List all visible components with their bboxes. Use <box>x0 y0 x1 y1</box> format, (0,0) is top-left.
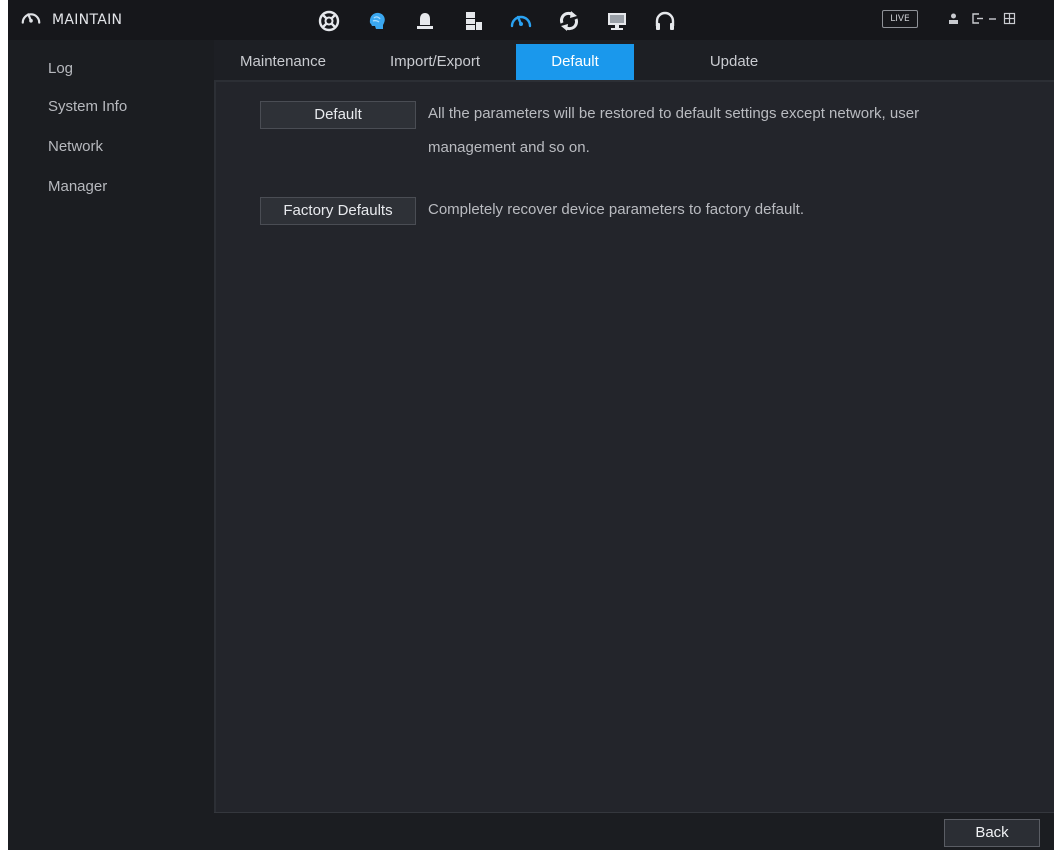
audio-icon[interactable] <box>652 8 678 34</box>
sidebar: Log System Info Network Manager <box>8 40 214 850</box>
backup-icon[interactable] <box>556 8 582 34</box>
maintain-gauge-icon[interactable] <box>508 8 534 34</box>
factory-defaults-button[interactable]: Factory Defaults <box>260 197 416 225</box>
tab-import-export[interactable]: Import/Export <box>372 44 498 80</box>
tab-maintenance[interactable]: Maintenance <box>228 44 338 80</box>
tab-default[interactable]: Default <box>516 44 634 80</box>
bottom-bar: Back <box>214 812 1054 850</box>
alarm-bell-icon[interactable] <box>412 8 438 34</box>
default-description-line1: All the parameters will be restored to d… <box>428 105 920 122</box>
gauge-icon <box>20 7 42 33</box>
sidebar-item-network[interactable]: Network <box>48 138 103 155</box>
sidebar-item-log[interactable]: Log <box>48 60 73 77</box>
sidebar-item-manager[interactable]: Manager <box>48 178 107 195</box>
user-icon[interactable] <box>946 10 960 26</box>
storage-icon[interactable] <box>460 8 486 34</box>
live-button[interactable]: LIVE <box>882 10 918 28</box>
default-panel: Default All the parameters will be resto… <box>214 80 1054 812</box>
back-button[interactable]: Back <box>944 819 1040 847</box>
search-icon[interactable] <box>316 8 342 34</box>
page-title: MAINTAIN <box>52 12 123 28</box>
menu-title: MAINTAIN <box>20 8 122 32</box>
chevron-down-icon[interactable] <box>985 10 999 26</box>
logout-icon[interactable] <box>970 10 984 26</box>
maintain-screen: MAINTAIN LIVE Log System Info Network Ma… <box>8 0 1054 850</box>
grid-icon[interactable] <box>1002 10 1016 26</box>
ai-head-icon[interactable] <box>364 8 390 34</box>
default-description-line2: management and so on. <box>428 139 590 156</box>
top-bar: MAINTAIN LIVE <box>8 0 1054 40</box>
tab-update[interactable]: Update <box>684 44 784 80</box>
default-button[interactable]: Default <box>260 101 416 129</box>
display-icon[interactable] <box>604 8 630 34</box>
factory-defaults-description: Completely recover device parameters to … <box>428 201 805 218</box>
sidebar-item-system-info[interactable]: System Info <box>48 98 127 115</box>
tab-bar: Maintenance Import/Export Default Update <box>214 44 1054 80</box>
